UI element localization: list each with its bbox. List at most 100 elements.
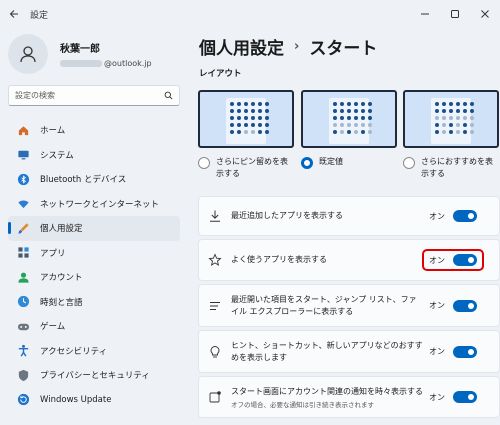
layout-preview-more-pins (198, 90, 294, 148)
sidebar-item-label: ホーム (40, 126, 66, 137)
radio-default[interactable] (301, 157, 313, 169)
setting-account-notifications: スタート画面にアカウント関連の通知を時々表示する オフの場合、必要な通知は引き続… (198, 376, 500, 418)
sidebar-item-label: Bluetooth とデバイス (40, 175, 127, 186)
breadcrumb-separator: › (294, 39, 300, 54)
list-icon (199, 299, 231, 313)
sidebar-item-bluetooth[interactable]: Bluetooth とデバイス (8, 167, 180, 192)
toggle-switch[interactable] (453, 254, 477, 266)
maximize-icon (451, 10, 459, 18)
setting-most-used-apps: よく使うアプリを表示する オン (198, 239, 500, 281)
layout-option-more-pins[interactable]: さらにピン留めを表示する (198, 90, 294, 180)
accessibility-icon (16, 344, 30, 358)
sidebar-item-time-language[interactable]: 時刻と言語 (8, 290, 180, 315)
toggle-state: オン (429, 211, 445, 221)
sidebar-item-accounts[interactable]: アカウント (8, 265, 180, 290)
sidebar-item-label: ネットワークとインターネット (40, 199, 160, 210)
layout-preview-more-recommendations (403, 90, 499, 148)
email-redacted (60, 60, 102, 67)
sidebar-item-accessibility[interactable]: アクセシビリティ (8, 339, 180, 364)
wifi-icon (16, 197, 30, 211)
sidebar-item-label: 時刻と言語 (40, 297, 83, 308)
notification-icon (199, 390, 231, 404)
person-icon (20, 46, 36, 63)
sidebar-item-windows-update[interactable]: Windows Update (8, 388, 180, 413)
close-icon (481, 10, 489, 18)
avatar (8, 34, 48, 74)
toggle-state: オン (429, 347, 445, 356)
setting-description: オフの場合、必要な通知は引き続き表示されます (231, 400, 374, 409)
setting-label: 最近開いた項目をスタート、ジャンプ リスト、ファイル エクスプローラーに表示する (231, 294, 417, 316)
sidebar-item-label: ゲーム (40, 322, 66, 333)
profile-email: @outlook.jp (60, 59, 152, 68)
profile-email-suffix: @outlook.jp (104, 59, 152, 68)
lightbulb-icon (199, 345, 231, 359)
toggle-switch[interactable] (453, 345, 477, 358)
radio-label: さらにおすすめを表示する (421, 157, 493, 178)
maximize-button[interactable] (440, 0, 470, 28)
brush-icon (16, 221, 30, 235)
gamepad-icon (16, 319, 30, 333)
layout-preview-default (301, 90, 397, 148)
toggle-state: オン (429, 392, 445, 402)
sidebar-item-privacy[interactable]: プライバシーとセキュリティ (8, 363, 180, 388)
sidebar-item-gaming[interactable]: ゲーム (8, 314, 180, 339)
sidebar-item-home[interactable]: ホーム (8, 118, 180, 143)
sidebar-item-label: アクセシビリティ (40, 346, 108, 357)
search-box[interactable]: 設定の検索 (8, 85, 180, 106)
layout-options: さらにピン留めを表示する 既定値 さらにおすすめを表示する (198, 90, 500, 185)
sidebar-item-label: アカウント (40, 273, 83, 284)
highlight-box: オン (422, 249, 484, 271)
toggle-switch[interactable] (453, 210, 477, 222)
section-label-layout: レイアウト (199, 69, 242, 79)
search-input[interactable]: 設定の検索 (15, 90, 164, 101)
profile-name: 秋葉一郎 (60, 44, 100, 55)
search-icon (164, 91, 173, 100)
user-profile[interactable]: 秋葉一郎 @outlook.jp (8, 34, 152, 74)
back-button[interactable] (0, 0, 28, 28)
minimize-icon (421, 13, 429, 15)
sidebar-item-label: システム (40, 150, 74, 161)
page-title: 個人用設定 › スタート (199, 34, 377, 59)
sidebar-item-personalization[interactable]: 個人用設定 (8, 216, 180, 241)
settings-list: 最近追加したアプリを表示する オン よく使うアプリを表示する オン 最近開いた項… (198, 196, 500, 421)
setting-label: よく使うアプリを表示する (231, 255, 327, 264)
close-button[interactable] (470, 0, 500, 28)
radio-more-pins[interactable] (198, 157, 210, 169)
toggle-switch[interactable] (453, 299, 477, 312)
setting-recommendations: ヒント、ショートカット、新しいアプリなどのおすすめを表示します オン (198, 330, 500, 373)
radio-more-recommendations[interactable] (403, 157, 415, 169)
back-arrow-icon (9, 10, 18, 18)
layout-option-default[interactable]: 既定値 (301, 90, 397, 169)
toggle-switch[interactable] (453, 391, 477, 403)
radio-label: 既定値 (319, 157, 343, 166)
globe-clock-icon (16, 295, 30, 309)
system-icon (16, 148, 30, 162)
update-icon (16, 393, 30, 407)
breadcrumb-parent[interactable]: 個人用設定 (199, 34, 284, 59)
sidebar-nav: ホーム システム Bluetooth とデバイス ネットワークとインターネット … (8, 118, 180, 412)
sidebar-item-label: Windows Update (40, 394, 112, 405)
layout-option-more-recommendations[interactable]: さらにおすすめを表示する (403, 90, 499, 180)
title-bar: 設定 (0, 0, 500, 28)
account-icon (16, 270, 30, 284)
window-controls (410, 0, 500, 28)
sidebar-item-label: アプリ (40, 248, 66, 259)
setting-recently-opened-items: 最近開いた項目をスタート、ジャンプ リスト、ファイル エクスプローラーに表示する… (198, 284, 500, 327)
setting-label: ヒント、ショートカット、新しいアプリなどのおすすめを表示します (231, 340, 423, 362)
bluetooth-icon (16, 172, 30, 186)
sidebar-item-label: プライバシーとセキュリティ (40, 371, 150, 382)
breadcrumb-current: スタート (309, 39, 378, 59)
download-icon (199, 209, 231, 223)
sidebar-item-network[interactable]: ネットワークとインターネット (8, 192, 180, 217)
sidebar-item-system[interactable]: システム (8, 143, 180, 168)
setting-recently-added-apps: 最近追加したアプリを表示する オン (198, 196, 500, 236)
minimize-button[interactable] (410, 0, 440, 28)
home-icon (16, 123, 30, 137)
setting-label: スタート画面にアカウント関連の通知を時々表示する (231, 386, 423, 396)
toggle-state: オン (429, 255, 445, 265)
star-icon (199, 253, 231, 267)
shield-icon (16, 368, 30, 382)
sidebar-item-apps[interactable]: アプリ (8, 241, 180, 266)
apps-icon (16, 246, 30, 260)
sidebar-item-label: 個人用設定 (40, 224, 83, 235)
